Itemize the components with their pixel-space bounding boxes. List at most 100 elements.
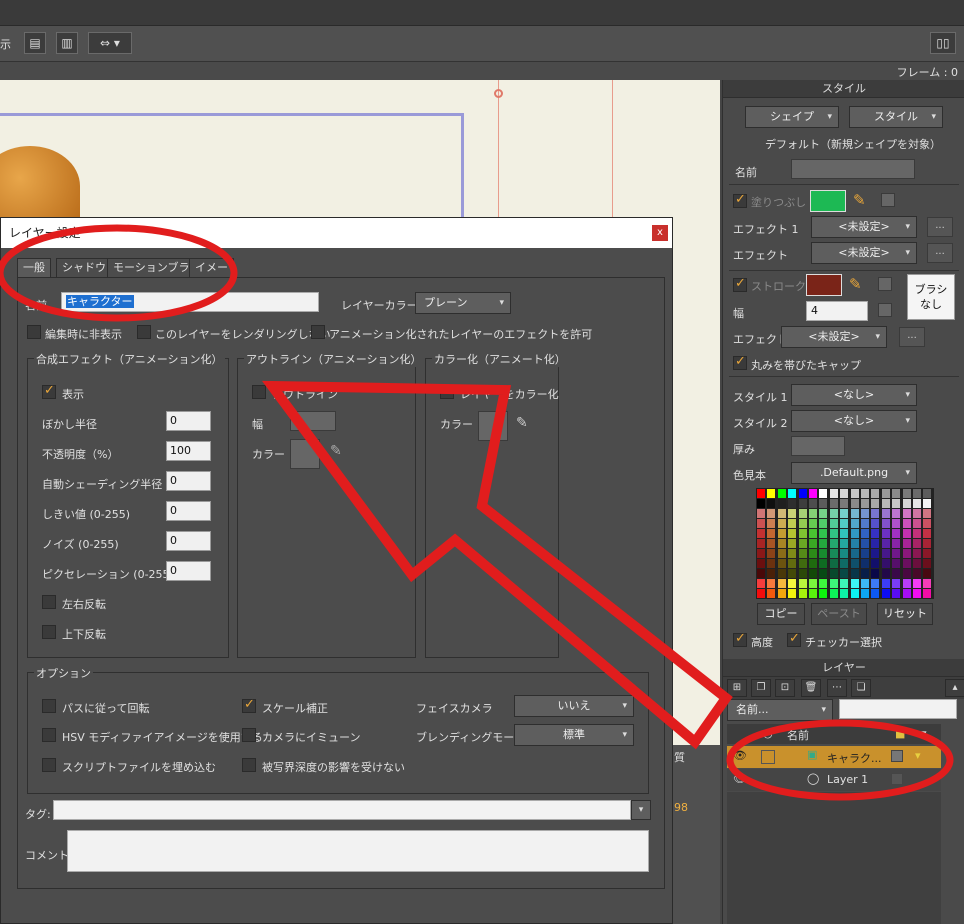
palette-swatch[interactable] [902,579,911,588]
color-palette[interactable] [756,488,934,599]
stroke-checkbox[interactable] [733,276,747,292]
palette-swatch[interactable] [871,559,880,568]
flip-h-checkbox[interactable] [42,595,56,609]
palette-swatch[interactable] [788,559,797,568]
palette-swatch[interactable] [809,579,817,588]
palette-swatch[interactable] [767,559,776,568]
palette-swatch[interactable] [850,489,859,498]
palette-swatch[interactable] [892,529,901,538]
hsv-checkbox[interactable] [42,728,56,742]
palette-swatch[interactable] [861,559,869,568]
palette-swatch[interactable] [757,569,765,578]
no-render-checkbox[interactable] [137,325,151,339]
palette-swatch[interactable] [829,539,838,548]
palette-swatch[interactable] [809,539,817,548]
stroke-extra-checkbox[interactable] [878,277,892,291]
scale-checkbox[interactable] [242,697,256,713]
palette-swatch[interactable] [850,509,859,518]
palette-swatch[interactable] [840,589,849,598]
document-icon[interactable]: ▥ [56,32,78,54]
palette-swatch[interactable] [850,579,859,588]
palette-swatch[interactable] [829,509,838,518]
palette-swatch[interactable] [850,569,859,578]
tab-shadow[interactable]: シャドウ [56,258,112,278]
palette-swatch[interactable] [840,489,849,498]
palette-swatch[interactable] [829,499,838,508]
palette-swatch[interactable] [871,489,880,498]
palette-swatch[interactable] [871,569,880,578]
transform-dropdown-icon[interactable]: ⇔ ▾ [88,32,132,54]
noise-field[interactable]: 0 [166,531,211,551]
effect-select[interactable]: <未設定> ▾ [811,242,917,264]
palette-swatch[interactable] [777,569,786,578]
layer-lock-checkbox[interactable] [761,750,775,764]
palette-swatch[interactable] [777,559,786,568]
colorize-eyedropper-icon[interactable]: ✎ [516,415,528,431]
effect1-select[interactable]: <未設定> ▾ [811,216,917,238]
palette-swatch[interactable] [840,529,849,538]
palette-swatch[interactable] [757,509,765,518]
reset-button[interactable]: リセット [877,603,933,625]
palette-swatch[interactable] [798,519,807,528]
palette-swatch[interactable] [861,569,869,578]
palette-swatch[interactable] [777,489,786,498]
palette-swatch[interactable] [840,509,849,518]
palette-swatch[interactable] [840,539,849,548]
palette-swatch[interactable] [767,589,776,598]
palette-swatch[interactable] [892,579,901,588]
palette-swatch[interactable] [861,539,869,548]
palette-swatch[interactable] [798,549,807,558]
palette-swatch[interactable] [861,509,869,518]
palette-swatch[interactable] [892,549,901,558]
palette-swatch[interactable] [788,549,797,558]
palette-swatch[interactable] [819,589,828,598]
palette-swatch[interactable] [861,499,869,508]
palette-swatch[interactable] [777,519,786,528]
palette-swatch[interactable] [809,499,817,508]
tab-general[interactable]: 一般 [17,258,51,278]
palette-swatch[interactable] [913,559,921,568]
palette-swatch[interactable] [777,499,786,508]
eye-icon[interactable]: 👁 [733,749,747,762]
palette-swatch[interactable] [829,549,838,558]
palette-swatch[interactable] [767,549,776,558]
palette-swatch[interactable] [892,589,901,598]
palette-swatch[interactable] [788,519,797,528]
palette-swatch[interactable] [757,489,765,498]
palette-swatch[interactable] [913,529,921,538]
palette-swatch[interactable] [767,569,776,578]
palette-swatch[interactable] [923,569,932,578]
palette-swatch[interactable] [881,539,890,548]
palette-swatch[interactable] [840,569,849,578]
palette-swatch[interactable] [809,589,817,598]
palette-swatch[interactable] [892,489,901,498]
palette-swatch[interactable] [798,579,807,588]
palette-swatch[interactable] [788,509,797,518]
eyedropper-icon[interactable]: ✎ [853,191,866,209]
palette-swatch[interactable] [871,529,880,538]
palette-swatch[interactable] [757,539,765,548]
layer-color-select[interactable]: プレーン ▾ [415,292,511,314]
palette-swatch[interactable] [871,519,880,528]
palette-swatch[interactable] [871,509,880,518]
checker-checkbox[interactable] [787,631,801,647]
palette-swatch[interactable] [777,539,786,548]
palette-swatch[interactable] [829,519,838,528]
palette-swatch[interactable] [757,529,765,538]
layer-name-input[interactable]: キャラクター [61,292,319,312]
palette-swatch[interactable] [892,569,901,578]
palette-swatch[interactable] [881,519,890,528]
palette-swatch[interactable] [881,489,890,498]
style-name-field[interactable] [791,159,915,179]
palette-swatch[interactable] [850,559,859,568]
fill-extra-checkbox[interactable] [881,193,895,207]
palette-swatch[interactable] [861,489,869,498]
palette-swatch[interactable] [767,489,776,498]
palette-swatch[interactable] [757,549,765,558]
palette-swatch[interactable] [923,539,932,548]
outline-color-swatch[interactable] [290,439,320,469]
palette-swatch[interactable] [788,589,797,598]
new-layer-icon[interactable]: ⊞ [727,679,747,697]
palette-swatch[interactable] [923,549,932,558]
palette-swatch[interactable] [809,559,817,568]
